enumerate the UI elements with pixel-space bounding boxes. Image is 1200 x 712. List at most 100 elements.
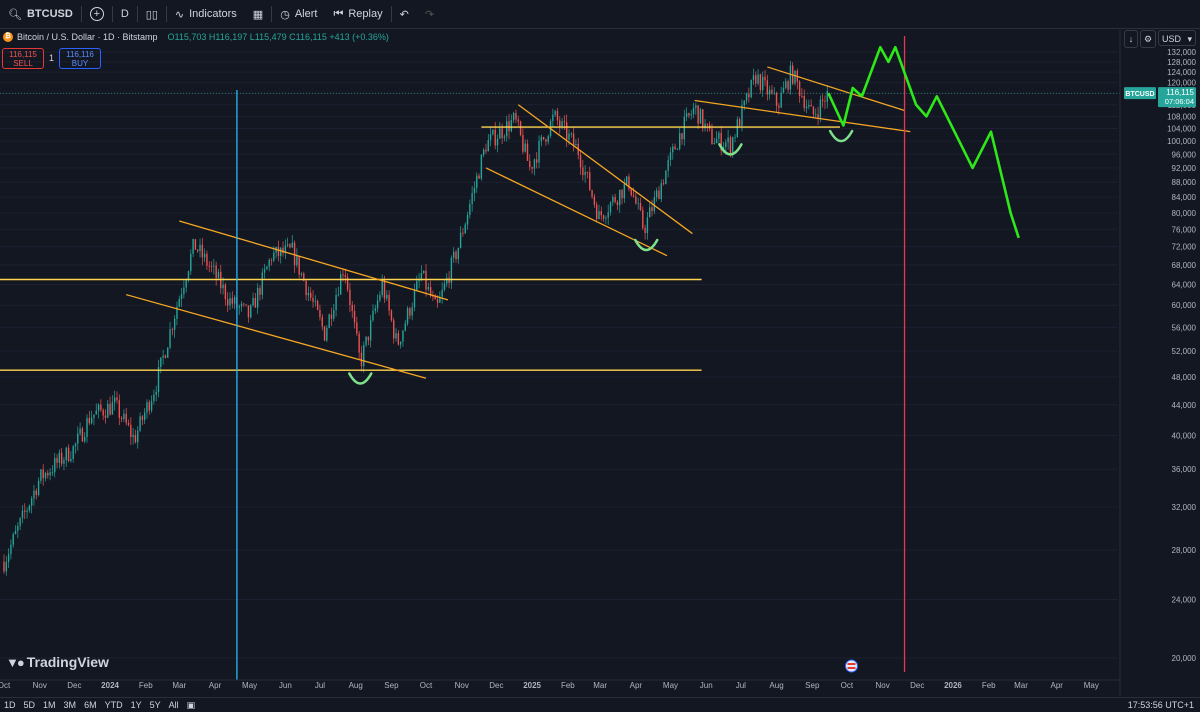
candle-body: [337, 294, 340, 296]
candle-body: [625, 176, 628, 185]
candle-body: [623, 184, 626, 199]
y-tick-label: 20,000: [1172, 654, 1197, 663]
candle-body: [74, 443, 77, 447]
candle-body: [10, 544, 12, 555]
candle-body: [33, 490, 35, 499]
candle-body: [178, 299, 180, 307]
candle-body: [464, 224, 466, 234]
candle-body: [411, 307, 413, 316]
candle-body: [729, 137, 732, 154]
candle-body: [476, 175, 478, 188]
range-5y[interactable]: 5Y: [146, 700, 165, 710]
candle-body: [250, 305, 252, 318]
candle-body: [561, 121, 563, 127]
candle-body: [565, 122, 568, 140]
y-tick-label: 52,000: [1172, 347, 1197, 356]
candle-body: [280, 247, 282, 256]
candle-body: [141, 416, 144, 420]
candle-body: [49, 472, 51, 476]
candle-body: [738, 119, 741, 126]
x-tick-label: Feb: [139, 681, 153, 690]
candle-body: [238, 306, 240, 308]
candle-body: [630, 188, 632, 196]
candle-body: [213, 265, 215, 267]
candle-body: [388, 294, 390, 311]
candle-body: [489, 134, 492, 140]
candle-body: [771, 89, 773, 94]
candle-body: [552, 114, 554, 121]
candle-body: [339, 274, 342, 295]
candle-body: [291, 242, 293, 248]
candle-body: [487, 139, 489, 152]
candle-body: [635, 196, 637, 204]
buy-button[interactable]: 116,116 BUY: [59, 48, 101, 69]
x-tick-label: Feb: [982, 681, 996, 690]
price-chart[interactable]: 20,000 24,000 28,000 32,000 36,000 40,000 44,0…: [0, 0, 1200, 711]
candle-body: [47, 472, 49, 476]
candle-body: [609, 202, 612, 213]
range-5d[interactable]: 5D: [20, 700, 40, 710]
candle-body: [390, 310, 393, 321]
candle-body: [745, 93, 748, 101]
scroll-down-button[interactable]: ↓: [1124, 30, 1138, 48]
candle-body: [358, 333, 360, 353]
candle-body: [526, 143, 529, 161]
range-ytd[interactable]: YTD: [101, 700, 127, 710]
candle-body: [554, 111, 556, 115]
x-tick-label: May: [1084, 681, 1099, 690]
candle-body: [815, 114, 817, 116]
range-1d[interactable]: 1D: [0, 700, 20, 710]
us-flag-icon[interactable]: [845, 659, 858, 673]
candle-body: [376, 300, 379, 309]
candle-body: [785, 81, 787, 88]
range-1y[interactable]: 1Y: [127, 700, 146, 710]
candle-body: [353, 310, 356, 323]
x-tick-label: Feb: [561, 681, 575, 690]
candle-body: [120, 417, 123, 419]
range-all[interactable]: All: [165, 700, 183, 710]
range-6m[interactable]: 6M: [80, 700, 101, 710]
range-1m[interactable]: 1M: [39, 700, 60, 710]
candle-body: [718, 132, 720, 139]
candle-body: [342, 274, 344, 276]
candle-body: [130, 424, 132, 437]
candle-body: [314, 300, 317, 302]
candle-body: [95, 410, 97, 415]
candle-body: [240, 303, 243, 307]
candle-body: [190, 253, 192, 272]
y-tick-label: 44,000: [1172, 401, 1197, 410]
currency-select[interactable]: USD ▾: [1158, 30, 1196, 46]
candle-body: [104, 415, 107, 418]
candle-body: [231, 298, 234, 304]
candle-body: [263, 269, 266, 273]
candle-body: [90, 417, 93, 424]
y-tick-label: 68,000: [1172, 261, 1197, 270]
range-3m[interactable]: 3M: [60, 700, 81, 710]
date-range-button[interactable]: ▣: [183, 700, 200, 711]
symbol-tag-label: BTCUSD: [1125, 91, 1154, 98]
y-tick-label: 120,000: [1167, 79, 1196, 88]
candle-body: [164, 355, 167, 358]
candle-body: [616, 201, 619, 206]
x-tick-label: Jul: [736, 681, 746, 690]
candle-body: [741, 105, 743, 126]
candle-body: [637, 203, 639, 205]
candle-body: [665, 170, 667, 185]
candle-body: [14, 530, 17, 535]
y-tick-label: 108,000: [1167, 112, 1196, 121]
candle-body: [586, 171, 589, 173]
candle-body: [563, 121, 566, 123]
candle-body: [321, 317, 323, 327]
settings-button[interactable]: ⚙: [1140, 30, 1156, 48]
candle-body: [201, 244, 204, 258]
candle-body: [143, 412, 146, 420]
sell-button[interactable]: 116,115 SELL: [2, 48, 44, 69]
candle-body: [649, 207, 651, 218]
candle-body: [54, 458, 56, 473]
x-tick-label: Aug: [349, 681, 363, 690]
candle-body: [93, 414, 95, 418]
candle-body: [681, 133, 683, 140]
candle-body: [307, 292, 310, 296]
candle-body: [197, 249, 199, 252]
candle-body: [598, 211, 600, 220]
